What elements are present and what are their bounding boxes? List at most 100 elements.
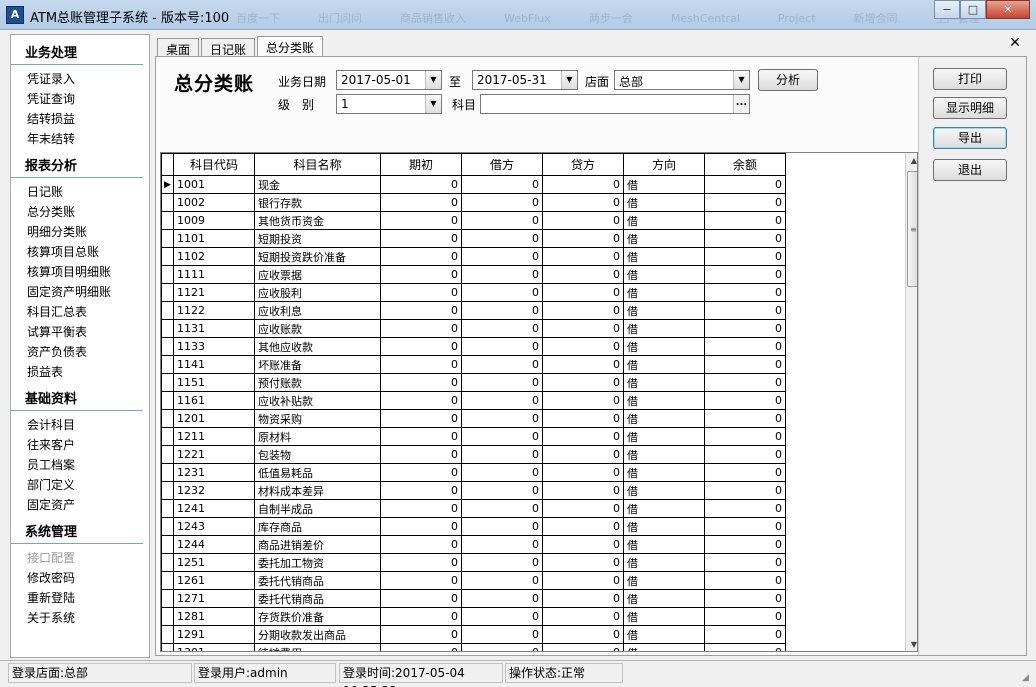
table-cell[interactable]: 0 bbox=[542, 265, 624, 284]
table-row[interactable]: 1251 委托加工物资 0 0 0 借 0 bbox=[161, 553, 786, 572]
tab-journal[interactable]: 日记账 bbox=[201, 38, 256, 58]
table-row[interactable]: 1211 原材料 0 0 0 借 0 bbox=[161, 427, 786, 446]
table-cell[interactable]: 0 bbox=[380, 517, 462, 536]
table-cell[interactable]: 0 bbox=[542, 445, 624, 464]
column-header[interactable]: 方向 bbox=[623, 153, 705, 176]
table-cell[interactable]: 0 bbox=[380, 481, 462, 500]
sidebar-item[interactable]: 核算项目明细账 bbox=[11, 261, 149, 281]
table-cell[interactable]: 0 bbox=[542, 481, 624, 500]
table-cell[interactable]: 0 bbox=[704, 301, 786, 320]
table-cell[interactable]: 0 bbox=[542, 553, 624, 572]
sidebar-item[interactable]: 总分类账 bbox=[11, 201, 149, 221]
sidebar-item[interactable]: 往来客户 bbox=[11, 434, 149, 454]
table-cell[interactable]: 1271 bbox=[173, 589, 255, 608]
table-cell[interactable]: 1133 bbox=[173, 337, 255, 356]
table-cell[interactable]: 借 bbox=[623, 319, 705, 338]
table-cell[interactable]: 0 bbox=[704, 607, 786, 626]
row-indicator[interactable] bbox=[161, 319, 174, 338]
table-cell[interactable]: 0 bbox=[704, 319, 786, 338]
table-cell[interactable]: 0 bbox=[380, 607, 462, 626]
table-cell[interactable]: 1141 bbox=[173, 355, 255, 374]
row-indicator[interactable] bbox=[161, 589, 174, 608]
table-cell[interactable]: 0 bbox=[704, 625, 786, 644]
table-cell[interactable]: 0 bbox=[461, 265, 543, 284]
table-cell[interactable]: 1281 bbox=[173, 607, 255, 626]
table-cell[interactable]: 0 bbox=[542, 463, 624, 482]
table-cell[interactable]: 0 bbox=[461, 247, 543, 266]
table-row[interactable]: 1101 短期投资 0 0 0 借 0 bbox=[161, 229, 786, 248]
table-cell[interactable]: 其他应收款 bbox=[254, 337, 381, 356]
table-cell[interactable]: 0 bbox=[461, 499, 543, 518]
table-cell[interactable]: 0 bbox=[704, 337, 786, 356]
table-cell[interactable]: 0 bbox=[380, 373, 462, 392]
table-row[interactable]: 1111 应收票据 0 0 0 借 0 bbox=[161, 265, 786, 284]
column-header[interactable]: 贷方 bbox=[542, 153, 624, 176]
table-cell[interactable]: 0 bbox=[461, 391, 543, 410]
sidebar-item[interactable]: 固定资产 bbox=[11, 494, 149, 514]
table-cell[interactable]: 1211 bbox=[173, 427, 255, 446]
table-row[interactable]: 1232 材料成本差异 0 0 0 借 0 bbox=[161, 481, 786, 500]
table-cell[interactable]: 0 bbox=[380, 175, 462, 194]
close-tab-icon[interactable]: ✕ bbox=[1007, 36, 1023, 52]
table-cell[interactable]: 商品进销差价 bbox=[254, 535, 381, 554]
row-indicator[interactable]: ▶ bbox=[161, 175, 174, 194]
table-cell[interactable]: 物资采购 bbox=[254, 409, 381, 428]
table-cell[interactable]: 0 bbox=[380, 391, 462, 410]
close-window-button[interactable]: ✕ bbox=[986, 0, 1030, 19]
table-cell[interactable]: 0 bbox=[704, 553, 786, 572]
sidebar-item[interactable]: 修改密码 bbox=[11, 567, 149, 587]
sidebar-item[interactable]: 凭证查询 bbox=[11, 88, 149, 108]
table-cell[interactable]: 0 bbox=[380, 355, 462, 374]
table-cell[interactable]: 0 bbox=[542, 571, 624, 590]
table-cell[interactable]: 1151 bbox=[173, 373, 255, 392]
table-cell[interactable]: 1122 bbox=[173, 301, 255, 320]
row-indicator[interactable] bbox=[161, 481, 174, 500]
table-cell[interactable]: 0 bbox=[461, 535, 543, 554]
date-from-picker[interactable]: 2017-05-01 ▼ bbox=[336, 70, 442, 90]
table-cell[interactable]: 0 bbox=[542, 193, 624, 212]
table-cell[interactable]: 1101 bbox=[173, 229, 255, 248]
table-cell[interactable]: 0 bbox=[461, 607, 543, 626]
table-row[interactable]: 1133 其他应收款 0 0 0 借 0 bbox=[161, 337, 786, 356]
table-cell[interactable]: 0 bbox=[461, 481, 543, 500]
table-cell[interactable]: 借 bbox=[623, 517, 705, 536]
table-cell[interactable]: 现金 bbox=[254, 175, 381, 194]
table-cell[interactable]: 借 bbox=[623, 175, 705, 194]
table-cell[interactable]: 0 bbox=[461, 643, 543, 651]
tab-general-ledger[interactable]: 总分类账 bbox=[257, 36, 324, 58]
row-indicator[interactable] bbox=[161, 301, 174, 320]
chevron-down-icon[interactable]: ▼ bbox=[425, 95, 441, 113]
table-cell[interactable]: 0 bbox=[704, 481, 786, 500]
table-cell[interactable]: 0 bbox=[461, 175, 543, 194]
table-row[interactable]: 1121 应收股利 0 0 0 借 0 bbox=[161, 283, 786, 302]
table-cell[interactable]: 1002 bbox=[173, 193, 255, 212]
table-cell[interactable]: 0 bbox=[461, 553, 543, 572]
table-cell[interactable]: 其他货币资金 bbox=[254, 211, 381, 230]
table-cell[interactable]: 借 bbox=[623, 481, 705, 500]
row-indicator[interactable] bbox=[161, 463, 174, 482]
table-cell[interactable]: 借 bbox=[623, 553, 705, 572]
table-cell[interactable]: 应收利息 bbox=[254, 301, 381, 320]
sidebar-item[interactable]: 凭证录入 bbox=[11, 68, 149, 88]
table-cell[interactable]: 0 bbox=[542, 337, 624, 356]
column-header[interactable]: 期初 bbox=[380, 153, 462, 176]
date-to-picker[interactable]: 2017-05-31 ▼ bbox=[472, 70, 578, 90]
table-cell[interactable]: 存货跌价准备 bbox=[254, 607, 381, 626]
table-cell[interactable]: 低值易耗品 bbox=[254, 463, 381, 482]
table-cell[interactable]: 借 bbox=[623, 607, 705, 626]
store-select[interactable]: 总部 ▼ bbox=[614, 70, 750, 90]
table-cell[interactable]: 短期投资跌价准备 bbox=[254, 247, 381, 266]
table-cell[interactable]: 0 bbox=[380, 571, 462, 590]
table-cell[interactable]: 借 bbox=[623, 409, 705, 428]
table-cell[interactable]: 1251 bbox=[173, 553, 255, 572]
table-cell[interactable]: 委托代销商品 bbox=[254, 571, 381, 590]
table-cell[interactable]: 借 bbox=[623, 265, 705, 284]
table-cell[interactable]: 0 bbox=[704, 211, 786, 230]
table-cell[interactable]: 0 bbox=[542, 517, 624, 536]
table-row[interactable]: 1241 自制半成品 0 0 0 借 0 bbox=[161, 499, 786, 518]
row-indicator[interactable] bbox=[161, 427, 174, 446]
table-cell[interactable]: 借 bbox=[623, 355, 705, 374]
table-cell[interactable]: 应收票据 bbox=[254, 265, 381, 284]
table-cell[interactable]: 借 bbox=[623, 499, 705, 518]
table-cell[interactable]: 借 bbox=[623, 301, 705, 320]
